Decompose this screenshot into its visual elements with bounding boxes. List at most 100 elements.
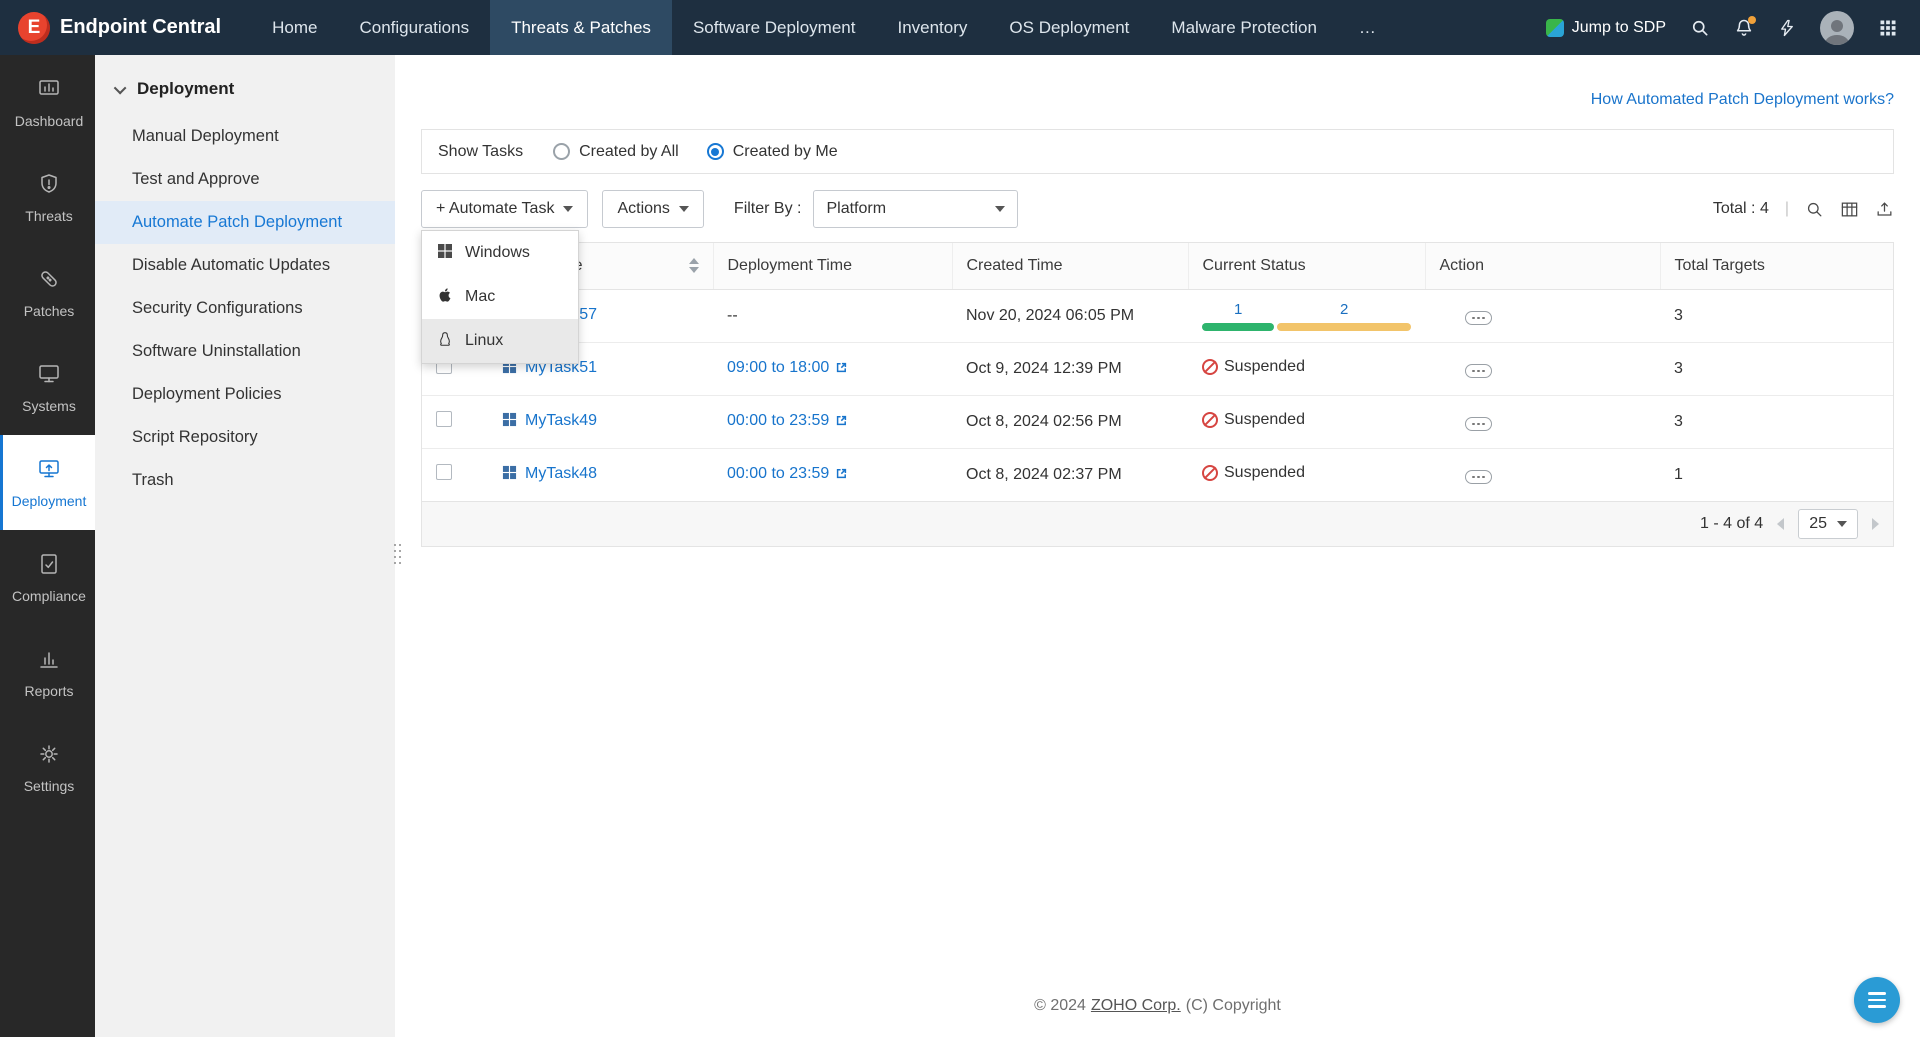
- sidebar-item-security-configurations[interactable]: Security Configurations: [95, 287, 395, 330]
- windows-icon: [437, 243, 453, 264]
- status-cell: Suspended: [1188, 448, 1425, 501]
- next-page-icon[interactable]: [1872, 518, 1879, 530]
- row-checkbox-cell: [422, 448, 488, 501]
- zoho-corp-link[interactable]: ZOHO Corp.: [1091, 997, 1181, 1015]
- collapse-chevron-icon[interactable]: [114, 81, 127, 94]
- action-cell: [1425, 448, 1660, 501]
- progress-bar-yellow[interactable]: [1277, 323, 1411, 331]
- row-actions-button[interactable]: [1465, 417, 1492, 431]
- radio-circle-icon: [707, 143, 724, 160]
- sidebar-item-script-repository[interactable]: Script Repository: [95, 416, 395, 459]
- platform-filter-select[interactable]: Platform: [813, 190, 1018, 228]
- task-link[interactable]: MyTask48: [525, 465, 597, 482]
- iconbar-item-systems[interactable]: Systems: [0, 340, 95, 435]
- created-time: Oct 8, 2024 02:37 PM: [966, 466, 1122, 483]
- progress-bar-green[interactable]: [1202, 323, 1274, 331]
- windows-icon: [502, 465, 517, 485]
- nav-item-home[interactable]: Home: [251, 0, 338, 55]
- table-row: MyTask49 00:00 to 23:59 Oct 8, 2024 02:5…: [422, 395, 1893, 448]
- platform-filter-value: Platform: [826, 200, 886, 218]
- iconbar-item-compliance[interactable]: Compliance: [0, 530, 95, 625]
- radio-created-by-all[interactable]: Created by All: [553, 143, 679, 161]
- sidebar-item-trash[interactable]: Trash: [95, 459, 395, 502]
- sidebar-item-test-and-approve[interactable]: Test and Approve: [95, 158, 395, 201]
- iconbar-item-reports[interactable]: Reports: [0, 625, 95, 720]
- drag-dots-icon: [394, 538, 396, 570]
- total-targets-cell: 1: [1660, 448, 1893, 501]
- sidebar-item-disable-automatic-updates[interactable]: Disable Automatic Updates: [95, 244, 395, 287]
- floating-menu-button[interactable]: [1854, 977, 1900, 1023]
- show-tasks-bar: Show Tasks Created by All Created by Me: [421, 129, 1894, 174]
- quick-actions-bolt-icon[interactable]: [1778, 18, 1796, 38]
- iconbar-item-deployment[interactable]: Deployment: [0, 435, 95, 530]
- sidebar-resize-handle[interactable]: [392, 538, 402, 570]
- sort-icon[interactable]: [689, 258, 699, 273]
- sidebar-item-manual-deployment[interactable]: Manual Deployment: [95, 115, 395, 158]
- nav-item-os-deployment[interactable]: OS Deployment: [988, 0, 1150, 55]
- iconbar-item-settings[interactable]: Settings: [0, 720, 95, 815]
- automate-task-label: + Automate Task: [436, 200, 554, 218]
- task-link[interactable]: MyTask49: [525, 412, 597, 429]
- jump-to-sdp[interactable]: Jump to SDP: [1546, 19, 1666, 37]
- row-checkbox[interactable]: [436, 464, 452, 480]
- sidebar-section-title: Deployment: [137, 79, 234, 99]
- page-size-select[interactable]: 25: [1798, 509, 1858, 539]
- status-cell: Suspended: [1188, 342, 1425, 395]
- user-avatar[interactable]: [1820, 11, 1854, 45]
- tasks-table: Task Name Deployment Time Created Time C…: [422, 243, 1893, 501]
- actions-label: Actions: [617, 200, 669, 218]
- iconbar-item-threats[interactable]: Threats: [0, 150, 95, 245]
- sdp-icon: [1546, 19, 1564, 37]
- progress-count-pending[interactable]: 2: [1340, 301, 1348, 318]
- automate-task-button[interactable]: + Automate Task: [421, 190, 588, 228]
- iconbar-item-patches[interactable]: Patches: [0, 245, 95, 340]
- chevron-down-icon: [1837, 521, 1847, 527]
- sidebar-item-deployment-policies[interactable]: Deployment Policies: [95, 373, 395, 416]
- nav-more-icon[interactable]: …: [1338, 0, 1397, 55]
- notifications-bell-icon[interactable]: [1734, 18, 1754, 38]
- chevron-down-icon: [679, 206, 689, 212]
- nav-item-inventory[interactable]: Inventory: [876, 0, 988, 55]
- linux-icon: [437, 331, 453, 352]
- how-it-works-link[interactable]: How Automated Patch Deployment works?: [1591, 91, 1894, 109]
- topnav-right: Jump to SDP: [1546, 0, 1920, 55]
- top-nav-items: Home Configurations Threats & Patches So…: [251, 0, 1397, 55]
- export-icon[interactable]: [1875, 200, 1894, 219]
- actions-button[interactable]: Actions: [602, 190, 703, 228]
- iconbar-label: Deployment: [12, 493, 87, 509]
- status-label: Suspended: [1224, 358, 1305, 376]
- row-actions-button[interactable]: [1465, 470, 1492, 484]
- menu-item-windows[interactable]: Windows: [422, 231, 578, 275]
- row-checkbox[interactable]: [436, 411, 452, 427]
- deployment-time-link[interactable]: 09:00 to 18:00: [727, 359, 829, 376]
- row-actions-button[interactable]: [1465, 311, 1492, 325]
- row-actions-button[interactable]: [1465, 364, 1492, 378]
- action-cell: [1425, 395, 1660, 448]
- column-chooser-icon[interactable]: [1840, 200, 1859, 219]
- sidebar-item-software-uninstallation[interactable]: Software Uninstallation: [95, 330, 395, 373]
- apps-grid-icon[interactable]: [1878, 18, 1898, 38]
- menu-item-label: Mac: [465, 288, 495, 306]
- nav-item-malware-protection[interactable]: Malware Protection: [1150, 0, 1338, 55]
- brand[interactable]: E Endpoint Central: [0, 0, 251, 55]
- previous-page-icon[interactable]: [1777, 518, 1784, 530]
- nav-item-configurations[interactable]: Configurations: [338, 0, 490, 55]
- menu-item-mac[interactable]: Mac: [422, 275, 578, 319]
- toolbar-right: Total : 4 |: [1713, 200, 1894, 219]
- deployment-time-link[interactable]: 00:00 to 23:59: [727, 412, 829, 429]
- progress-count-success[interactable]: 1: [1234, 301, 1242, 318]
- menu-item-linux[interactable]: Linux: [422, 319, 578, 363]
- search-icon[interactable]: [1690, 18, 1710, 38]
- page-size-value: 25: [1809, 515, 1827, 533]
- table-row: MyTask57 -- Nov 20, 2024 06:05 PM 1: [422, 289, 1893, 342]
- iconbar-label: Systems: [22, 398, 76, 414]
- footer-copyright-prefix: © 2024: [1034, 997, 1086, 1015]
- deployment-time-link[interactable]: 00:00 to 23:59: [727, 465, 829, 482]
- table-search-icon[interactable]: [1805, 200, 1824, 219]
- nav-item-threats-patches[interactable]: Threats & Patches: [490, 0, 672, 55]
- iconbar-item-dashboard[interactable]: Dashboard: [0, 55, 95, 150]
- column-header-deployment-time: Deployment Time: [713, 243, 952, 289]
- sidebar-item-automate-patch-deployment[interactable]: Automate Patch Deployment: [95, 201, 395, 244]
- radio-created-by-me[interactable]: Created by Me: [707, 143, 838, 161]
- nav-item-software-deployment[interactable]: Software Deployment: [672, 0, 877, 55]
